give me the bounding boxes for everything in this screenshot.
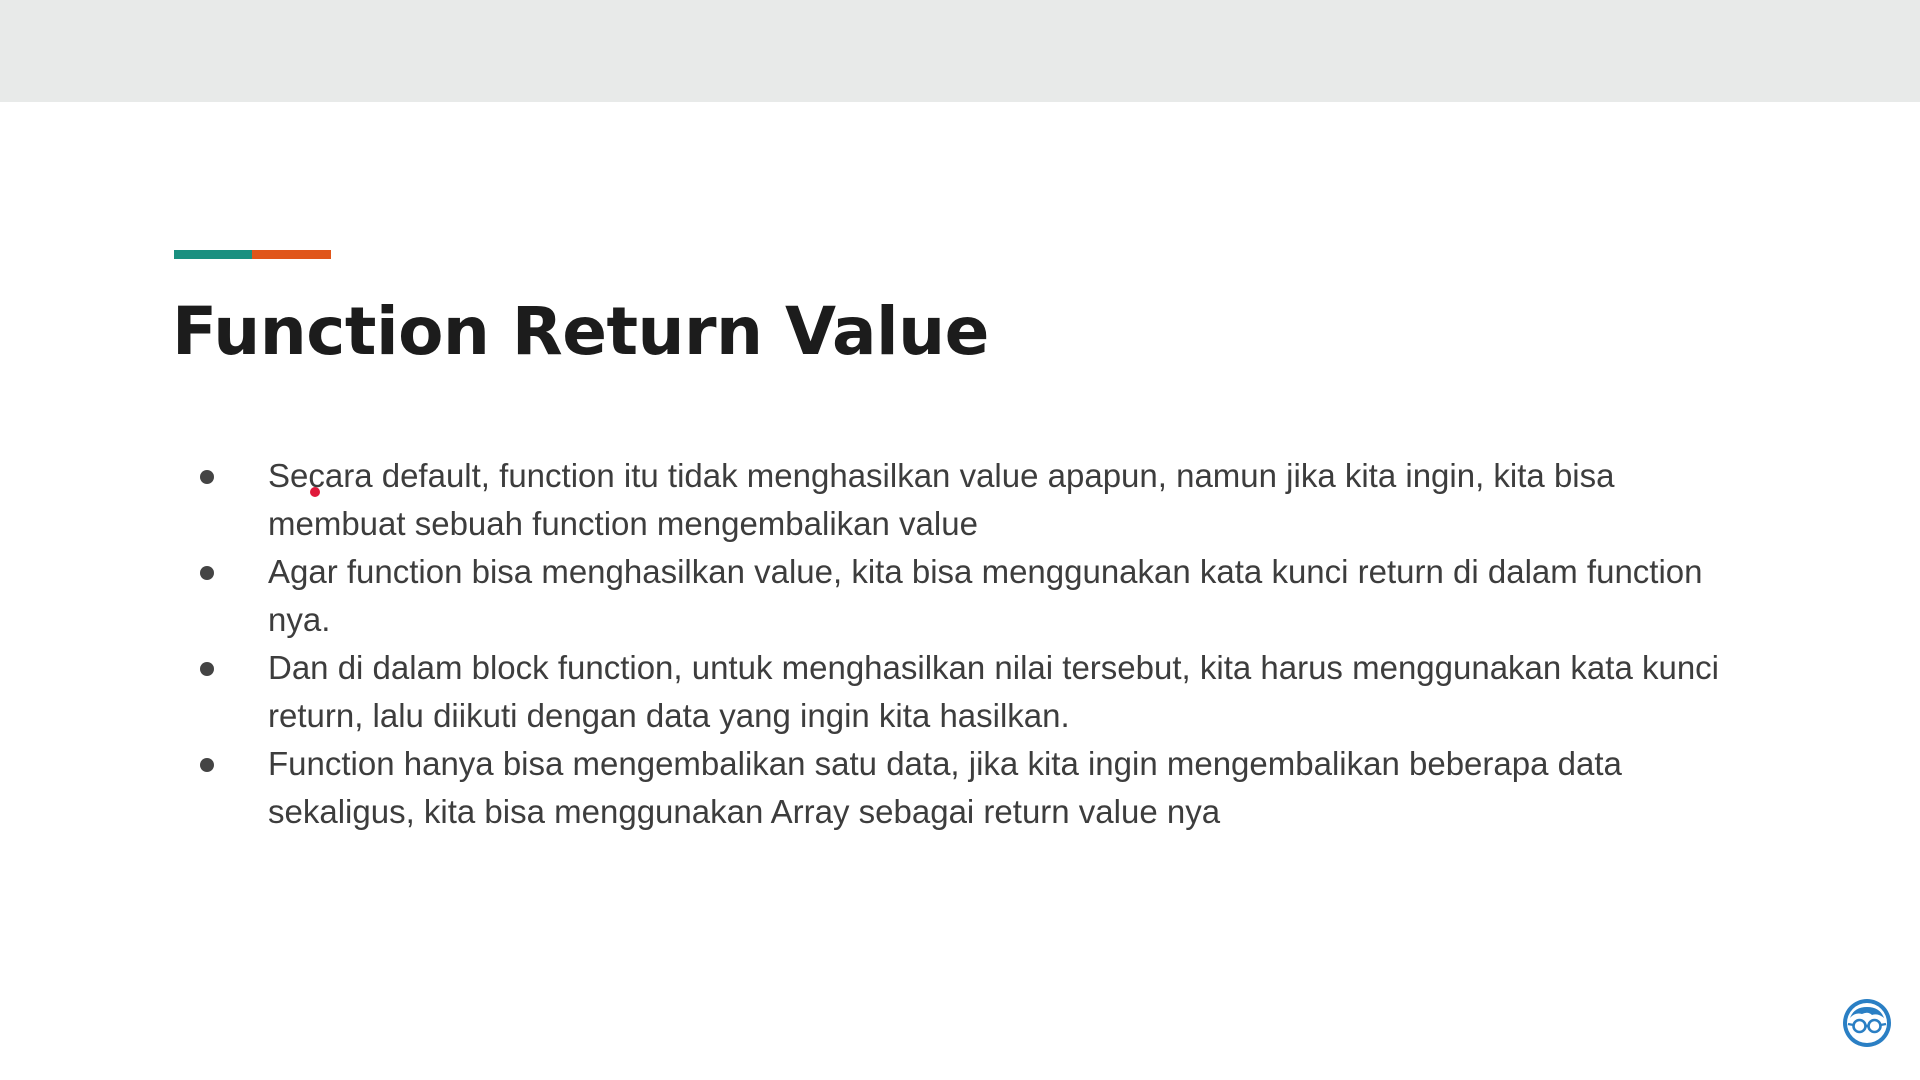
bullet-text: Agar function bisa menghasilkan value, k…	[268, 553, 1703, 638]
bullet-dot-icon	[200, 566, 214, 580]
bullet-dot-icon	[200, 470, 214, 484]
bullet-item: Agar function bisa menghasilkan value, k…	[200, 548, 1760, 644]
bullet-text: Secara default, function itu tidak mengh…	[268, 457, 1615, 542]
accent-teal-segment	[174, 250, 252, 259]
bullet-item: Secara default, function itu tidak mengh…	[200, 452, 1760, 548]
bullet-text: Function hanya bisa mengembalikan satu d…	[268, 745, 1622, 830]
bullet-dot-icon	[200, 758, 214, 772]
title-accent-line	[174, 250, 331, 259]
accent-orange-segment	[252, 250, 331, 259]
glasses-face-logo-icon	[1843, 999, 1891, 1047]
bullet-text: Dan di dalam block function, untuk mengh…	[268, 649, 1720, 734]
bullet-dot-icon	[200, 662, 214, 676]
pointer-dot-icon	[310, 487, 320, 497]
slide-title: Function Return Value	[172, 293, 989, 370]
bullet-item: Function hanya bisa mengembalikan satu d…	[200, 740, 1760, 836]
bullet-list: Secara default, function itu tidak mengh…	[200, 452, 1760, 836]
bullet-item: Dan di dalam block function, untuk mengh…	[200, 644, 1760, 740]
top-bar	[0, 0, 1920, 102]
